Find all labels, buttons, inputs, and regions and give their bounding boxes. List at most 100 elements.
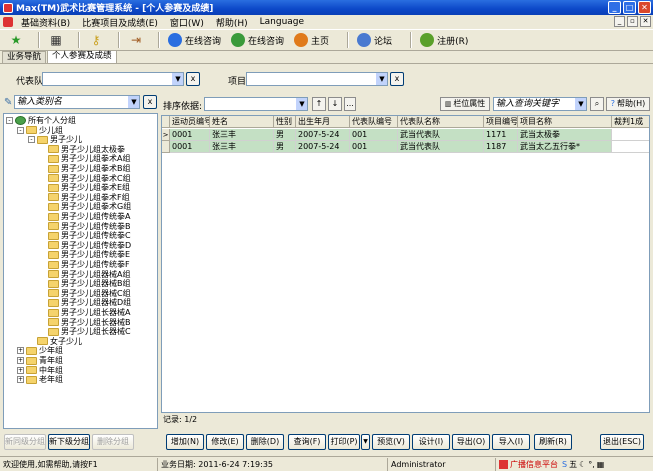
design-button[interactable]: 设计(I)	[412, 434, 450, 450]
maximize-button[interactable]: □	[623, 1, 636, 14]
collapse-icon[interactable]: -	[17, 126, 24, 134]
table-cell[interactable]: 2007-5-24	[296, 129, 350, 141]
import-button[interactable]: 导入(I)	[492, 434, 530, 450]
table-cell[interactable]: 2007-5-24	[296, 141, 350, 153]
table-cell[interactable]: 张三丰	[210, 129, 274, 141]
mdi-minimize-button[interactable]: _	[614, 16, 625, 27]
ime-icon[interactable]: S	[562, 458, 567, 471]
online-consult-button-1[interactable]: 在线咨询	[168, 33, 221, 47]
menu-help[interactable]: 帮助(H)	[210, 16, 254, 29]
table-cell[interactable]	[612, 129, 649, 141]
column-header[interactable]: 代表队编号	[350, 116, 398, 128]
delete-group-button[interactable]: 删除分组	[92, 434, 134, 450]
table-cell[interactable]: 1171	[484, 129, 518, 141]
star-icon[interactable]: ★	[8, 32, 24, 48]
team-clear-button[interactable]: x	[186, 72, 200, 86]
table-cell[interactable]	[612, 141, 649, 153]
keyboard-icon[interactable]: ▦	[597, 458, 605, 471]
table-cell[interactable]: 张三丰	[210, 141, 274, 153]
table-cell[interactable]: 武当代表队	[398, 141, 484, 153]
delete-button[interactable]: 删除(D)	[246, 434, 284, 450]
table-cell[interactable]: 武当太极拳	[518, 129, 612, 141]
add-sibling-group-button[interactable]: 新同级分组	[4, 434, 46, 450]
column-header[interactable]: 项目编号	[484, 116, 518, 128]
help-button[interactable]: ? 帮助(H)	[606, 97, 650, 111]
record-search-combo[interactable]: 输入查询关键字 ▼	[493, 97, 587, 111]
column-header[interactable]: 代表队名称	[398, 116, 484, 128]
print-button[interactable]: 打印(P)	[328, 434, 360, 450]
query-button[interactable]: 查询(F)	[288, 434, 326, 450]
mdi-close-button[interactable]: ✕	[640, 16, 651, 27]
expand-icon[interactable]: +	[17, 376, 24, 384]
table-cell[interactable]: 0001	[170, 129, 210, 141]
add-button[interactable]: 增加(N)	[166, 434, 204, 450]
category-search-combo[interactable]: 输入类别名 ▼	[14, 95, 140, 109]
column-header[interactable]: 项目名称	[518, 116, 612, 128]
category-search-input[interactable]: 输入类别名	[15, 96, 128, 108]
collapse-icon[interactable]: -	[28, 136, 35, 144]
table-cell[interactable]: 男	[274, 129, 296, 141]
table-cell[interactable]: 男	[274, 141, 296, 153]
exit-button[interactable]: 退出(ESC)	[600, 434, 644, 450]
tray-broadcast-label[interactable]: 广播信息平台	[510, 458, 558, 471]
ime-mode-icon[interactable]: 五	[569, 458, 577, 471]
table-cell[interactable]: 武当代表队	[398, 129, 484, 141]
mdi-restore-button[interactable]: ▫	[627, 16, 638, 27]
menu-window[interactable]: 窗口(W)	[164, 16, 210, 29]
column-header[interactable]: 运动员编号	[170, 116, 210, 128]
column-header[interactable]: 出生年月	[296, 116, 350, 128]
menu-language[interactable]: Language	[254, 17, 310, 27]
chevron-down-icon[interactable]: ▼	[376, 73, 387, 85]
chevron-down-icon[interactable]: ▼	[128, 96, 139, 108]
menu-events-results[interactable]: 比赛项目及成绩(E)	[76, 16, 164, 29]
tab-business-navigation[interactable]: 业务导航	[2, 51, 47, 63]
tree-node[interactable]: + 老年组	[17, 375, 63, 384]
key-icon[interactable]: ⚷	[88, 32, 104, 48]
table-cell[interactable]: 1187	[484, 141, 518, 153]
sort-ascending-icon[interactable]: ↑	[312, 97, 326, 111]
column-header[interactable]: 裁判1成	[612, 116, 649, 128]
search-icon[interactable]: ⌕	[590, 97, 604, 111]
menu-basic-data[interactable]: 基础资料(B)	[15, 16, 76, 29]
close-button[interactable]: ✕	[638, 1, 651, 14]
homepage-button[interactable]: 主页	[294, 33, 329, 47]
column-header[interactable]: 姓名	[210, 116, 274, 128]
table-cell[interactable]: 武当太乙五行拳*	[518, 141, 612, 153]
team-combo[interactable]: ▼	[42, 72, 184, 86]
table-cell[interactable]: 001	[350, 141, 398, 153]
chevron-down-icon[interactable]: ▼	[296, 98, 307, 110]
minimize-button[interactable]: _	[608, 1, 621, 14]
item-combo[interactable]: ▼	[246, 72, 388, 86]
row-indicator[interactable]	[162, 141, 170, 153]
expand-icon[interactable]: +	[17, 357, 24, 364]
column-header[interactable]: 性别	[274, 116, 296, 128]
table-cell[interactable]: 0001	[170, 141, 210, 153]
forum-button[interactable]: 论坛	[357, 33, 392, 47]
record-search-input[interactable]: 输入查询关键字	[494, 98, 575, 110]
sort-descending-icon[interactable]: ↓	[328, 97, 342, 111]
item-clear-button[interactable]: x	[390, 72, 404, 86]
preview-button[interactable]: 预览(V)	[372, 434, 410, 450]
column-properties-button[interactable]: ▥ 栏位属性	[440, 97, 490, 111]
punctuation-icon[interactable]: °,	[588, 458, 595, 471]
category-clear-button[interactable]: x	[143, 95, 157, 109]
edit-button[interactable]: 修改(E)	[206, 434, 244, 450]
register-button[interactable]: 注册(R)	[420, 33, 468, 47]
tab-individual-entries[interactable]: 个人参赛及成绩	[47, 50, 117, 63]
expand-icon[interactable]: +	[17, 366, 24, 374]
export-button[interactable]: 导出(O)	[452, 434, 490, 450]
row-indicator[interactable]: >	[162, 129, 170, 141]
online-consult-button-2[interactable]: 在线咨询	[231, 33, 284, 47]
calculator-icon[interactable]: ▦	[48, 32, 64, 48]
exit-door-icon[interactable]: ⇥	[128, 32, 144, 48]
add-child-group-button[interactable]: 新下级分组	[48, 434, 90, 450]
entries-grid[interactable]: 运动员编号 姓名 性别 出生年月 代表队编号 代表队名称 项目编号 项目名称 裁判1成 >0001…	[161, 115, 650, 413]
broadcast-icon[interactable]	[499, 459, 508, 469]
refresh-button[interactable]: 刷新(R)	[534, 434, 572, 450]
sort-combo[interactable]: ▼	[204, 97, 308, 111]
table-cell[interactable]: 001	[350, 129, 398, 141]
chevron-down-icon[interactable]: ▼	[575, 98, 586, 110]
collapse-icon[interactable]: -	[6, 117, 13, 124]
chevron-down-icon[interactable]: ▼	[172, 73, 183, 85]
print-dropdown-icon[interactable]: ▼	[361, 434, 370, 450]
